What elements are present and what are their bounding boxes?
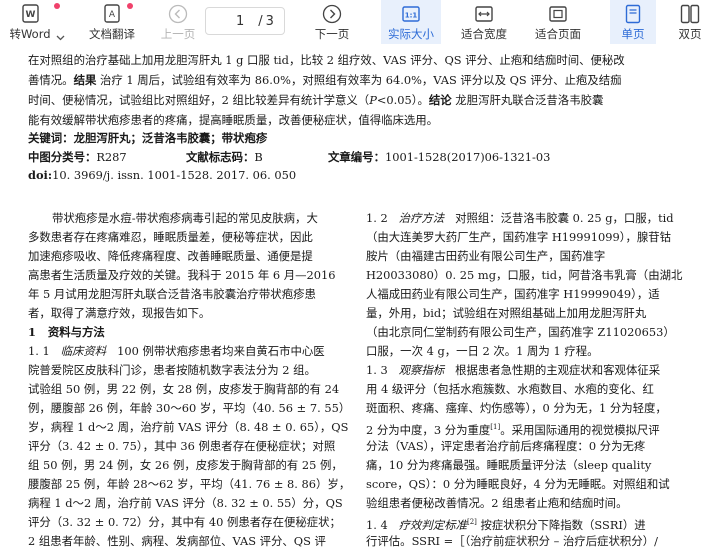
paragraph-line: 痛，10 分为疼痛最强。睡眠质量评分法（sleep quality [366, 458, 652, 472]
abstract-line: 善情况。结果 治疗 1 周后，试验组有效率为 86.0%，对照组有效率为 64.… [28, 73, 622, 87]
notification-dot [54, 3, 60, 9]
page-separator: / [258, 13, 263, 29]
paragraph-line: 人福成田药业有限公司生产，国药准字 H19999049），适 [366, 287, 660, 301]
paragraph-line: 验组患者便秘改善情况。2 组患者止疱和结痂时间。 [366, 496, 628, 510]
double-page-button[interactable]: 双页 [670, 0, 708, 44]
abstract-line: 在对照组的治疗基础上加用龙胆泻肝丸 1 g 口服 tid，比较 2 组疗效、VA… [28, 53, 625, 67]
subsection-title: 治疗方法 [398, 211, 445, 225]
paragraph-line: 者，取得了满意疗效，现报告如下。 [28, 306, 211, 320]
prev-page-button[interactable]: 上一页 [152, 0, 204, 44]
paragraph-line: （由北京同仁堂制药有限公司生产，国药准字 Z11020653） [366, 325, 675, 339]
paragraph-line: 1. 2 治疗方法 对照组：泛昔洛韦胶囊 0. 25 g，口服，tid [366, 211, 674, 225]
result-label: 结果 [73, 73, 97, 87]
paragraph-line: 病程 1 d～2 周，治疗前 VAS 评分（8. 32 ± 0. 55）分，QS [28, 496, 343, 510]
single-page-icon [625, 3, 641, 24]
single-page-button[interactable]: 单页 [610, 0, 656, 44]
fit-width-button[interactable]: 适合宽度 [454, 0, 514, 44]
paragraph-line: （由大连美罗大药厂生产，国药准字 H19991099），腺苷钴 [366, 230, 672, 244]
translate-icon: A [103, 3, 121, 24]
fit-page-icon [549, 3, 567, 24]
subsection-title: 临床资料 [60, 344, 107, 358]
paragraph-line: H20033080）0. 25 mg，口服，tid，阿昔洛韦乳膏（由湖北 [366, 268, 683, 282]
subsection-title: 观察指标 [398, 363, 445, 377]
next-page-button[interactable]: 下一页 [306, 0, 358, 44]
keywords: 关键词：龙胆泻肝丸；泛昔洛韦胶囊；带状疱疹 [28, 131, 268, 145]
paragraph-line: 年 5 月试用龙胆泻肝丸联合泛昔洛韦胶囊治疗带状疱疹患 [28, 287, 316, 301]
conclusion-label: 结论 [428, 93, 452, 107]
arrow-left-circle-icon [168, 3, 188, 24]
paragraph-line: 量，外用，bid；试验组在对照组基础上加用龙胆泻肝丸 [366, 306, 647, 320]
total-pages: 3 [265, 13, 274, 29]
paragraph-line: 试验组 50 例，男 22 例，女 28 例，皮疹发于胸背部的有 24 [28, 382, 340, 396]
paragraph-line: score，QS）：0 分为睡眠良好，4 分为无睡眠。对照组和试 [366, 477, 670, 491]
fit-width-icon [475, 3, 493, 24]
svg-text:A: A [109, 10, 116, 20]
paragraph-line: 口服，一次 4 g，一日 2 次。1 周为 1 疗程。 [366, 344, 599, 358]
paragraph-line: 评分（3. 32 ± 0. 72）分，其中有 40 例患者存在便秘症状； [28, 515, 341, 529]
word-icon: W [21, 3, 39, 24]
notification-dot [127, 3, 133, 9]
paragraph-line: 斑面积、疼痛、瘙痒、灼伤感等），0 分为无，1 分为轻度， [366, 401, 667, 415]
paragraph-line: 例，腰腹部 26 例，年龄 30～60 岁，平均（40. 56 ± 7. 55） [28, 401, 351, 415]
actual-size-button[interactable]: 1:1 实际大小 [381, 0, 441, 44]
paragraph-line: 评分（3. 42 ± 0. 75），其中 36 例患者存在便秘症状；对照 [28, 439, 336, 453]
paragraph-line: 1. 3 观察指标 根据患者急性期的主观症状和客观体征采 [366, 363, 661, 377]
paragraph-line: 岁，病程 1 d～2 周，治疗前 VAS 评分（8. 48 ± 0. 65），Q… [28, 420, 349, 434]
paragraph-line: 用 4 级评分（包括水疱簇数、水疱数目、水疱的变化、红 [366, 382, 654, 396]
paragraph-line: 腰腹部 25 例，年龄 28～62 岁，平均（41. 76 ± 8. 86）岁， [28, 477, 351, 491]
paragraph-line: 多数患者存在疼痛难忍，睡眠质量差，便秘等症状，因此 [28, 230, 313, 244]
paragraph-line: 组 50 例，男 24 例，女 26 例，皮疹发于胸背部的有 25 例， [28, 458, 343, 472]
svg-text:1:1: 1:1 [405, 11, 418, 19]
abstract-line: 时间、便秘情况，试验组比对照组好，2 组比较差异有统计学意义（P<0.05）。结… [28, 93, 604, 107]
paragraph-line: 胺片（由福建古田药业有限公司生产，国药准字 [366, 249, 606, 263]
citation-ref: [1] [490, 423, 501, 431]
clc-number: 中图分类号：R287 [28, 150, 127, 164]
document-code: 文献标志码：B [186, 150, 263, 164]
svg-text:W: W [25, 10, 35, 20]
citation-ref: [2] [466, 518, 477, 526]
section-heading: 1 资料与方法 [28, 325, 105, 339]
subsection-title: 疗效判定标准 [398, 517, 467, 532]
document-page: 在对照组的治疗基础上加用龙胆泻肝丸 1 g 口服 tid，比较 2 组疗效、VA… [0, 44, 708, 550]
paragraph-line: 分法（VAS），评定患者治疗前后疼痛程度：0 分为无疼 [366, 439, 646, 453]
paragraph-line: 高患者生活质量及疗效的关键。我科于 2015 年 6 月—2016 [28, 268, 336, 282]
paragraph-line: 2 组患者年龄、性别、病程、发病部位、VAS 评分、QS 评 [28, 534, 326, 548]
arrow-right-circle-icon [322, 3, 342, 24]
actual-size-icon: 1:1 [402, 3, 420, 24]
doi: doi:10. 3969/j. issn. 1001-1528. 2017. 0… [28, 168, 297, 182]
article-number: 文章编号：1001-1528(2017)06-1321-03 [328, 150, 551, 164]
chevron-down-icon[interactable] [56, 26, 65, 45]
double-page-icon [680, 3, 700, 24]
fit-page-button[interactable]: 适合页面 [528, 0, 588, 44]
paragraph-line: 加速疱疹吸收、降低疼痛程度、改善睡眠质量、通便是提 [28, 249, 313, 263]
paragraph-line: 行评估。SSRI =［（治疗前症状积分 – 治疗后症状积分）/ [366, 534, 658, 548]
reader-toolbar: W 转Word A 文档翻译 上一页 1 / 3 下一页 1:1 实际大小 适合… [0, 0, 708, 44]
page-number-input[interactable]: 1 / 3 [205, 7, 285, 35]
current-page: 1 [236, 13, 245, 29]
to-word-button[interactable]: W 转Word [4, 0, 56, 44]
abstract-line: 能有效缓解带状疱疹患者的疼痛，提高睡眠质量，改善便秘症状，值得临床选用。 [28, 113, 439, 127]
paragraph-line: 带状疱疹是水痘-带状疱疹病毒引起的常见皮肤病，大 [52, 211, 318, 225]
paragraph-line: 院普爱院区皮肤科门诊，患者按随机数字表法分为 2 组。 [28, 363, 316, 377]
paragraph-line: 1. 1 临床资料 100 例带状疱疹患者均来自黄石市中心医 [28, 344, 325, 358]
